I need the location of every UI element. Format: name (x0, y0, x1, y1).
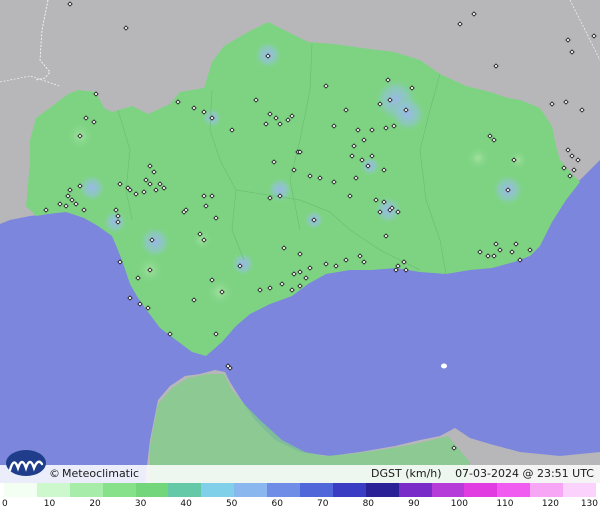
copyright-symbol: © (49, 467, 60, 480)
legend-colorbar (4, 483, 597, 497)
legend-swatch (398, 483, 432, 497)
legend-swatch (563, 483, 597, 497)
map-meta: DGST (km/h) 07-03-2024 @ 23:51 UTC (371, 467, 594, 480)
legend-swatch (102, 483, 136, 497)
meteoclimatic-logo-icon (6, 450, 46, 476)
legend-tick-label: 40 (180, 499, 192, 509)
legend-swatch (201, 483, 235, 497)
legend-tick-label: 10 (43, 499, 56, 509)
alboran-island (441, 363, 447, 369)
legend-tick-label: 70 (317, 499, 329, 509)
legend-swatch (365, 483, 399, 497)
legend-tick-label: 80 (362, 499, 375, 509)
color-legend: 0 10 20 30 40 50 60 70 80 90 100 110 120 130 (0, 483, 600, 517)
legend-swatch (234, 483, 268, 497)
legend-swatch (530, 483, 564, 497)
legend-swatch (267, 483, 301, 497)
legend-swatch (497, 483, 531, 497)
brand-name: Meteoclimatic (62, 467, 140, 480)
legend-tick-label: 90 (408, 499, 420, 509)
legend-tick-label: 0 (2, 499, 8, 509)
legend-swatch (332, 483, 366, 497)
legend-tick-label: 60 (271, 499, 283, 509)
legend-swatch (300, 483, 333, 497)
legend-swatch (69, 483, 103, 497)
legend-tick-label: 100 (450, 499, 468, 509)
legend-swatch (168, 483, 202, 497)
legend-tick-label: 110 (496, 499, 514, 509)
legend-swatch (431, 483, 465, 497)
legend-tick-label: 50 (225, 499, 238, 509)
legend-tick-label: 30 (134, 499, 147, 509)
legend-tick-label: 20 (89, 499, 101, 509)
legend-swatch (464, 483, 498, 497)
legend-swatch (135, 483, 169, 497)
timestamp-label: 07-03-2024 @ 23:51 UTC (455, 467, 594, 480)
legend-tick-label: 120 (541, 499, 560, 509)
legend-swatch (36, 483, 70, 497)
map-canvas (0, 0, 600, 483)
variable-label: DGST (km/h) (371, 467, 442, 480)
legend-swatch (4, 483, 37, 497)
legend-tick-label: 130 (580, 499, 598, 509)
brand-label: © Meteoclimatic (49, 467, 139, 480)
weather-map (0, 0, 600, 483)
